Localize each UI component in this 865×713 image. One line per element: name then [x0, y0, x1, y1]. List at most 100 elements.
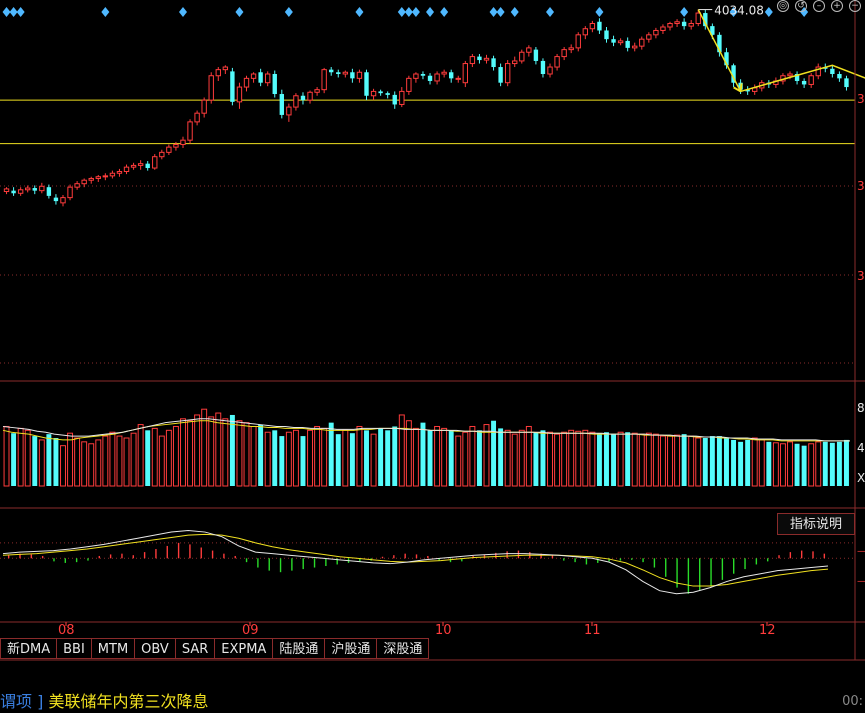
volume-bar [836, 441, 842, 486]
zoom-in-icon[interactable]: + [831, 0, 843, 12]
volume-bar [123, 437, 130, 487]
candle-body [837, 74, 842, 79]
price-panel: 4034.08 3 3 3 [0, 4, 865, 364]
candle-body [208, 75, 214, 101]
candle-body [321, 69, 327, 91]
volume-bar [349, 433, 355, 486]
volume-bar [46, 434, 52, 486]
volume-bar [405, 420, 412, 487]
volume-bar [498, 428, 504, 486]
volume-bar [822, 441, 828, 486]
candle-body [483, 57, 490, 61]
tab-indicator[interactable]: OBV [135, 638, 176, 659]
candle-body [356, 71, 363, 79]
volume-bar [674, 434, 681, 487]
volume-bar [702, 438, 708, 486]
volume-bar [772, 442, 779, 487]
volume-bar [3, 425, 10, 487]
event-marker-icon [284, 7, 293, 17]
zoom-out-icon[interactable]: − [849, 0, 861, 12]
volume-bar [24, 429, 31, 487]
volume-bar [638, 433, 645, 487]
volume-bar [420, 422, 426, 486]
tab-indicator[interactable]: 陆股通 [273, 638, 326, 659]
tab-indicator[interactable]: EXPMA [215, 638, 274, 659]
volume-bar [427, 430, 433, 486]
volume-bar [659, 435, 666, 487]
candle-body [519, 51, 525, 62]
candle-body [222, 66, 229, 71]
volume-axis-label: 8 [857, 401, 865, 415]
volume-bar [808, 443, 815, 487]
indicator-help-button[interactable]: 指标说明 [777, 513, 855, 535]
candle-body [236, 86, 243, 103]
candle-body [272, 74, 277, 95]
candle-body [81, 179, 87, 185]
volume-bar [724, 438, 729, 486]
volume-bar [11, 433, 17, 486]
settings-icon[interactable]: ◎ [777, 0, 789, 12]
candle-body [504, 63, 511, 84]
tab-indicator[interactable]: 新DMA [0, 638, 58, 659]
hide-icon[interactable]: – [813, 0, 825, 12]
volume-bar [285, 431, 292, 487]
chart-canvas[interactable]: 4034.08333 84X —— 0809101112 [0, 0, 865, 713]
candle-body [378, 91, 383, 94]
volume-bar [292, 429, 299, 487]
event-marker-icon [510, 7, 519, 17]
price-axis-label: 3 [857, 179, 865, 193]
volume-bar [321, 427, 328, 487]
tab-indicator[interactable]: 沪股通 [325, 638, 378, 659]
tab-indicator[interactable]: SAR [175, 638, 216, 659]
volume-bar [518, 429, 525, 487]
volume-bar [829, 442, 835, 486]
volume-bar [589, 431, 596, 487]
candle-body [646, 34, 652, 40]
volume-bar [688, 435, 695, 487]
volume-bar [158, 435, 165, 487]
candle-body [533, 49, 539, 61]
news-ticker[interactable]: 谓项 ] 美联储年内第三次降息 00: [0, 690, 865, 713]
candle-body [137, 163, 144, 166]
candle-body [336, 72, 341, 74]
news-headline[interactable]: 美联储年内第三次降息 [48, 692, 208, 711]
candle-body [32, 188, 37, 191]
candle-body [830, 68, 835, 74]
volume-bar [385, 430, 391, 486]
volume-bar [631, 432, 638, 487]
event-marker-icon [9, 7, 18, 17]
reset-icon[interactable]: ↺ [795, 0, 807, 12]
candle-body [498, 67, 503, 83]
candle-body [653, 29, 659, 36]
volume-bar [625, 432, 631, 486]
candle-body [145, 163, 150, 169]
volume-bar [229, 414, 235, 486]
tab-indicator[interactable]: MTM [91, 638, 136, 659]
volume-bar [547, 431, 553, 487]
candle-body [688, 23, 694, 27]
event-marker-icon [404, 7, 413, 17]
event-marker-icon [397, 7, 406, 17]
volume-bar [731, 439, 737, 486]
volume-bar [60, 445, 66, 487]
volume-bar [279, 436, 285, 486]
volume-bar [172, 425, 179, 487]
volume-bar [145, 430, 151, 486]
event-marker-icon [546, 7, 555, 17]
volume-bar [533, 432, 539, 486]
volume-bar [250, 425, 257, 487]
volume-bar [342, 429, 349, 487]
volume-bar [645, 432, 652, 487]
price-axis-label: 3 [857, 269, 865, 283]
event-marker-icon [496, 7, 505, 17]
tab-indicator[interactable]: BBI [57, 638, 92, 659]
tab-indicator[interactable]: 深股通 [377, 638, 430, 659]
volume-bar [575, 430, 582, 487]
volume-bar [74, 437, 81, 487]
volume-bar [448, 430, 454, 486]
candle-body [449, 72, 454, 79]
candle-body [427, 75, 433, 81]
volume-bar [695, 437, 702, 487]
candle-body [477, 56, 482, 61]
volume-bar [815, 441, 822, 487]
